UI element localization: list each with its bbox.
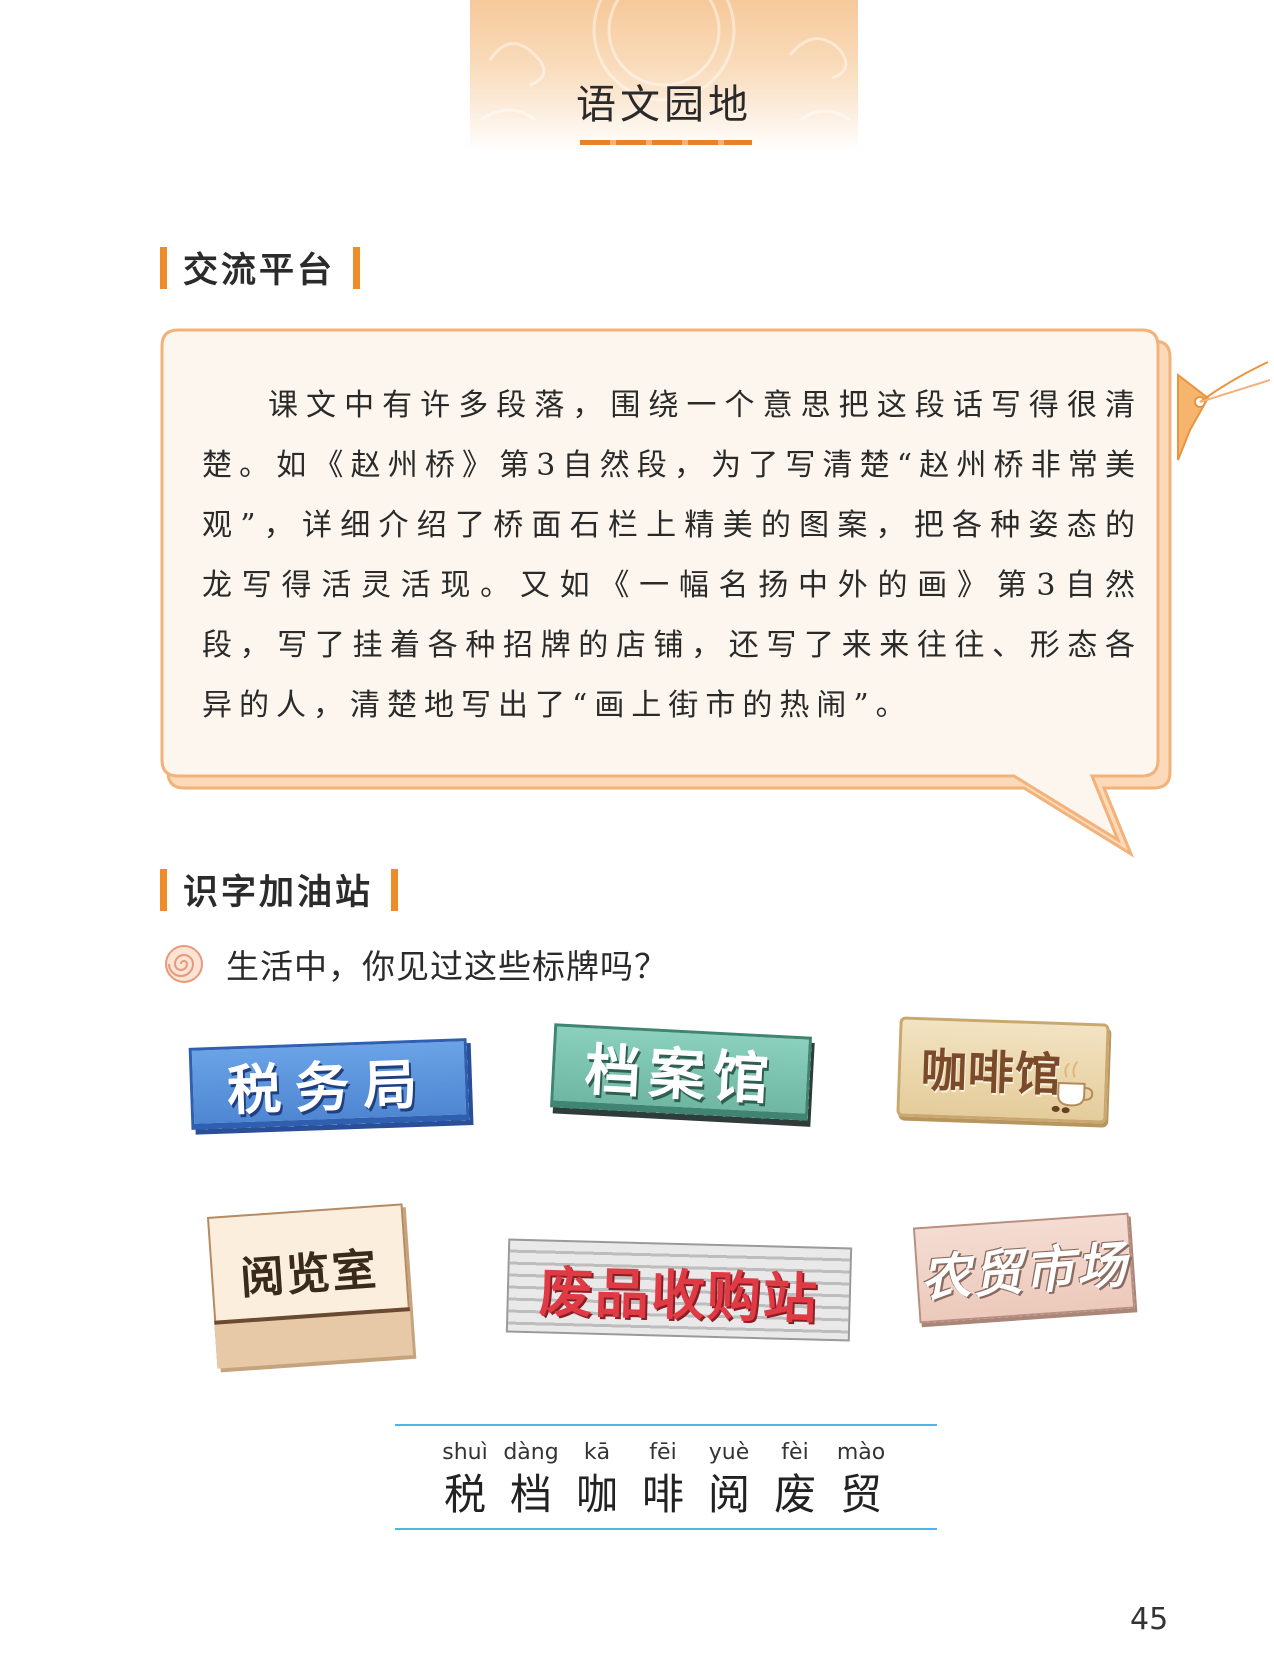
pinyin-box-bottom-line — [395, 1528, 937, 1530]
pinyin: fèi — [781, 1440, 809, 1465]
hanzi: 阅 — [707, 1470, 750, 1519]
sign-reading-room: 阅览室 — [206, 1203, 414, 1369]
hanzi: 贸 — [839, 1470, 882, 1519]
question-text: 生活中，你见过这些标牌吗？ — [226, 947, 668, 986]
sign-farmers-market: 农贸市场 — [912, 1212, 1136, 1324]
character-item: kā 咖 — [572, 1440, 622, 1520]
character-item: dàng 档 — [503, 1440, 558, 1520]
hanzi: 废 — [773, 1470, 816, 1519]
sign-label: 档案馆 — [583, 1037, 779, 1113]
sign-label: 阅览室 — [238, 1244, 380, 1305]
pinyin: yuè — [708, 1440, 750, 1465]
pinyin: fēi — [649, 1440, 677, 1465]
heading-bar-left — [160, 868, 167, 911]
character-item: shuì 税 — [440, 1440, 490, 1520]
question-line: 生活中，你见过这些标牌吗？ — [164, 940, 668, 988]
section-heading-literacy: 识字加油站 — [160, 864, 399, 915]
character-item: yuè 阅 — [704, 1440, 754, 1520]
character-item: fēi 啡 — [638, 1440, 688, 1520]
character-item: mào 贸 — [836, 1440, 886, 1520]
sign-archive: 档案馆 — [549, 1023, 813, 1121]
pinyin: shuì — [442, 1440, 488, 1465]
spiral-bullet-icon — [165, 945, 203, 983]
pinyin: mào — [836, 1440, 886, 1465]
hanzi: 档 — [509, 1470, 552, 1519]
sign-cafe: 咖啡馆 — [896, 1016, 1110, 1124]
exchange-paragraph: 课文中有许多段落，围绕一个意思把这段话写得很清楚。如《赵州桥》第3自然段，为了写… — [202, 376, 1142, 736]
hanzi: 税 — [443, 1470, 486, 1519]
section-heading-text: 识字加油站 — [183, 873, 374, 913]
exchange-paragraph-text: 课文中有许多段落，围绕一个意思把这段话写得很清楚。如《赵州桥》第3自然段，为了写… — [202, 388, 1142, 723]
pinyin: kā — [583, 1440, 611, 1465]
sign-waste-recycling: 废品收购站 — [505, 1238, 853, 1342]
character-item: fèi 废 — [770, 1440, 820, 1520]
sign-label: 农贸市场 — [918, 1234, 1131, 1309]
sign-label: 税务局 — [226, 1052, 433, 1123]
sign-label: 废品收购站 — [538, 1259, 820, 1331]
pinyin: dàng — [503, 1440, 559, 1465]
coffee-cup-icon — [1051, 1060, 1094, 1114]
hanzi: 啡 — [641, 1470, 684, 1519]
hanzi: 咖 — [575, 1470, 618, 1519]
bookmark-tag-icon — [1177, 361, 1271, 461]
new-characters-row: shuì 税 dàng 档 kā 咖 fēi 啡 yuè 阅 fèi 废 mào… — [440, 1440, 886, 1520]
page-number: 45 — [1130, 1602, 1169, 1637]
pinyin-box-top-line — [395, 1424, 937, 1426]
sign-tax-bureau: 税务局 — [188, 1038, 470, 1130]
heading-bar-right — [391, 868, 399, 911]
sign-label: 咖啡馆 — [920, 1043, 1063, 1103]
